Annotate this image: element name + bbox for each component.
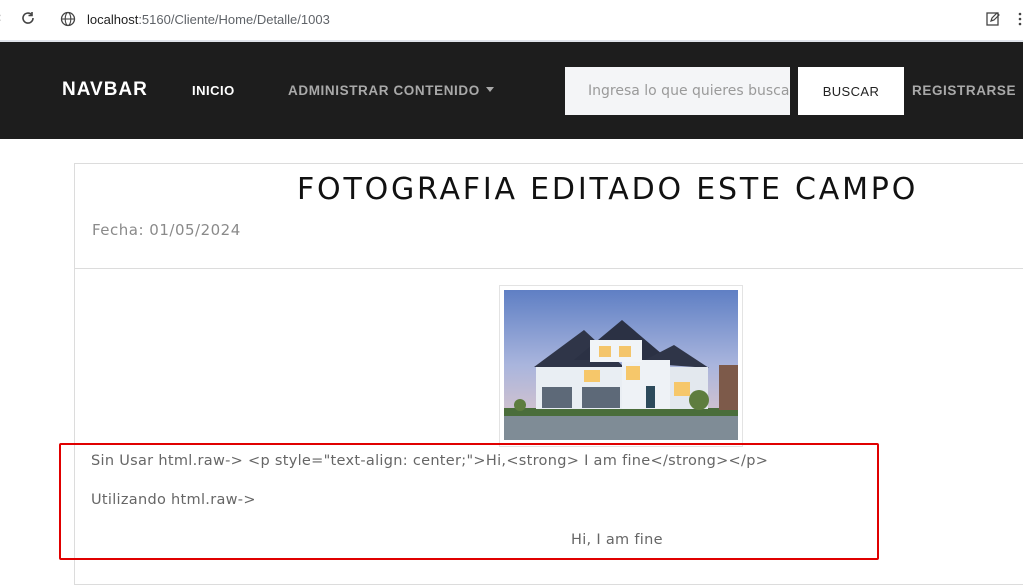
- navbar: NAVBAR INICIO ADMINISTRAR CONTENIDO BUSC…: [0, 42, 1023, 139]
- back-icon[interactable]: ‹: [0, 10, 2, 26]
- edit-page-icon[interactable]: [985, 11, 1001, 27]
- search-button[interactable]: BUSCAR: [798, 67, 904, 115]
- site-info-icon[interactable]: [60, 11, 76, 27]
- rendered-content-text: Hi, I am fine: [571, 532, 663, 548]
- html-raw-label: Utilizando html.raw->: [91, 492, 256, 508]
- photo-frame: [499, 285, 743, 447]
- nav-item-inicio[interactable]: INICIO: [192, 83, 235, 98]
- url-host: localhost: [87, 12, 139, 27]
- nav-item-label: ADMINISTRAR CONTENIDO: [288, 83, 480, 98]
- search-input[interactable]: [565, 67, 790, 115]
- date-label: Fecha: 01/05/2024: [92, 221, 241, 239]
- url-field[interactable]: localhost:5160/Cliente/Home/Detalle/1003: [87, 12, 330, 27]
- detail-card: FOTOGRAFIA EDITADO ESTE CAMPO Fecha: 01/…: [74, 163, 1023, 585]
- card-header: FOTOGRAFIA EDITADO ESTE CAMPO Fecha: 01/…: [75, 164, 1023, 269]
- house-image: [504, 290, 738, 440]
- url-path: :5160/Cliente/Home/Detalle/1003: [138, 12, 330, 27]
- page-title: FOTOGRAFIA EDITADO ESTE CAMPO: [297, 172, 919, 207]
- nav-item-administrar-contenido[interactable]: ADMINISTRAR CONTENIDO: [288, 83, 494, 98]
- raw-content-text: Sin Usar html.raw-> <p style="text-align…: [91, 453, 769, 469]
- navbar-brand[interactable]: NAVBAR: [62, 79, 148, 101]
- browser-address-bar: ‹ localhost:5160/Cliente/Home/Detalle/10…: [0, 0, 1023, 42]
- reload-icon[interactable]: [20, 10, 36, 26]
- register-link[interactable]: REGISTRARSE: [912, 83, 1016, 98]
- more-icon[interactable]: [1016, 11, 1023, 27]
- caret-down-icon: [485, 86, 494, 92]
